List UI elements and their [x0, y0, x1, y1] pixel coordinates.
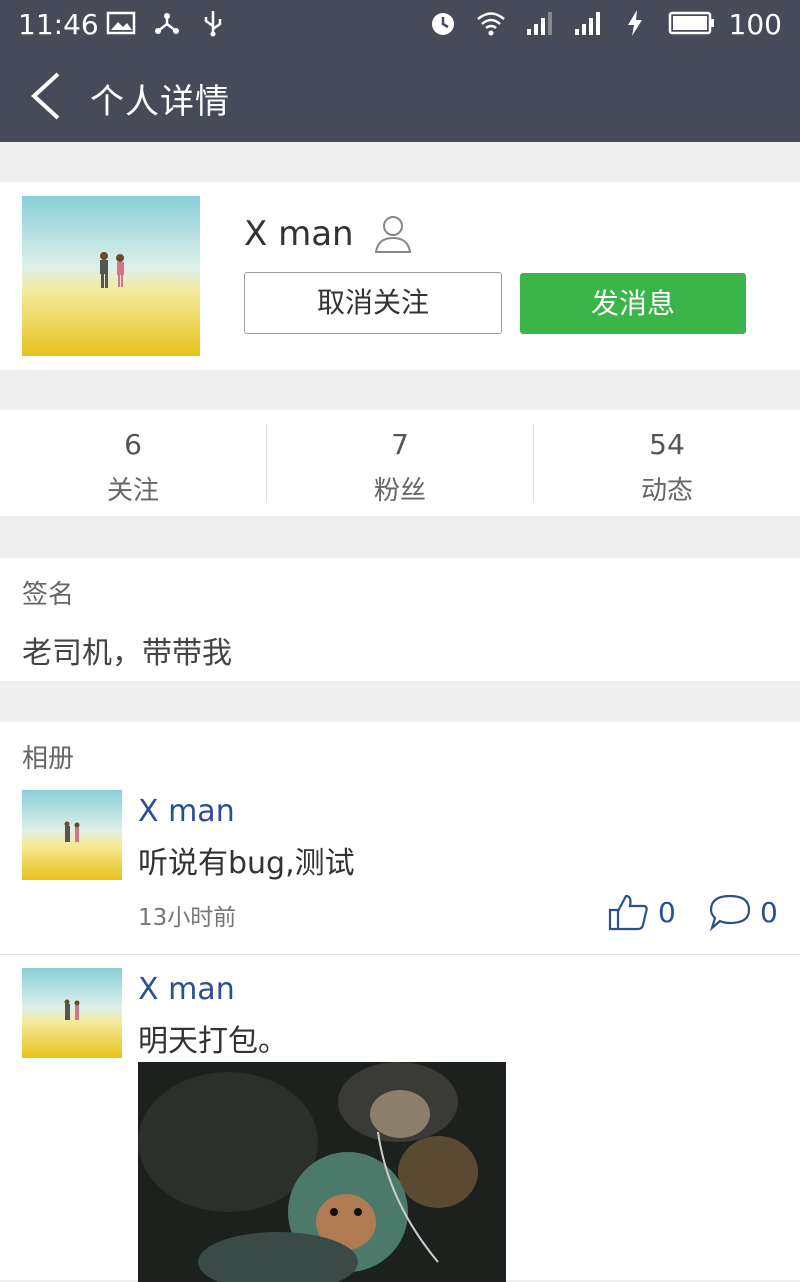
status-time: 11:46: [18, 8, 99, 41]
battery-level: 100: [728, 8, 782, 41]
charging-icon: [628, 10, 642, 36]
album-label: 相册: [22, 744, 75, 774]
like-count: 0: [658, 895, 676, 929]
image-icon: [106, 11, 136, 35]
thumbs-up-icon: [608, 894, 648, 931]
status-bar: 11:46 100: [0, 0, 800, 50]
battery-icon: [668, 11, 714, 35]
signature-label: 签名: [22, 580, 75, 610]
list-item[interactable]: X man 听说有bug,测试 13小时前 0 0: [0, 790, 800, 954]
comment-count: 0: [760, 895, 778, 929]
signature-text: 老司机，带带我: [22, 636, 232, 671]
stats-card: 6 关注 7 粉丝 54 动态: [0, 410, 800, 516]
stat-value: 7: [391, 428, 409, 461]
person-icon: [374, 216, 412, 253]
avatar[interactable]: [22, 968, 122, 1058]
stat-following[interactable]: 6 关注: [0, 410, 266, 516]
chevron-left-icon[interactable]: [24, 70, 68, 122]
post-text: 听说有bug,测试: [138, 846, 355, 881]
avatar[interactable]: [22, 196, 200, 356]
profile-name: X man: [244, 214, 354, 254]
usb-icon: [204, 11, 222, 37]
list-item[interactable]: X man 明天打包。: [0, 968, 800, 1282]
post-time: 13小时前: [138, 905, 237, 931]
stat-value: 54: [649, 428, 685, 461]
like-button[interactable]: 0: [606, 892, 676, 932]
alarm-icon: [432, 13, 454, 35]
wifi-icon: [477, 12, 505, 36]
send-message-button[interactable]: 发消息: [520, 273, 746, 334]
comment-icon: [709, 894, 751, 932]
signature-card: 签名 老司机，带带我: [0, 558, 800, 681]
share-icon: [155, 13, 179, 34]
post-author[interactable]: X man: [138, 794, 235, 829]
divider: [0, 954, 800, 955]
stat-value: 6: [124, 428, 142, 461]
signal-icon: [527, 12, 552, 35]
unfollow-button[interactable]: 取消关注: [244, 272, 502, 334]
stat-posts[interactable]: 54 动态: [534, 410, 800, 516]
title-bar: 个人详情: [0, 50, 800, 142]
post-text: 明天打包。: [138, 1024, 288, 1059]
post-author[interactable]: X man: [138, 972, 235, 1007]
comment-button[interactable]: 0: [708, 892, 778, 932]
album-card: 相册 X man 听说有bug,测试 13小时前 0 0 X man 明天打包。: [0, 722, 800, 1282]
stat-label: 动态: [640, 476, 693, 506]
stat-label: 关注: [106, 476, 159, 506]
signal-3g-icon: [575, 12, 600, 35]
profile-card: X man 取消关注 发消息: [0, 182, 800, 370]
stat-followers[interactable]: 7 粉丝: [267, 410, 533, 516]
post-photo[interactable]: [138, 1062, 506, 1282]
stat-label: 粉丝: [373, 476, 426, 506]
avatar[interactable]: [22, 790, 122, 880]
page-title: 个人详情: [90, 82, 230, 122]
